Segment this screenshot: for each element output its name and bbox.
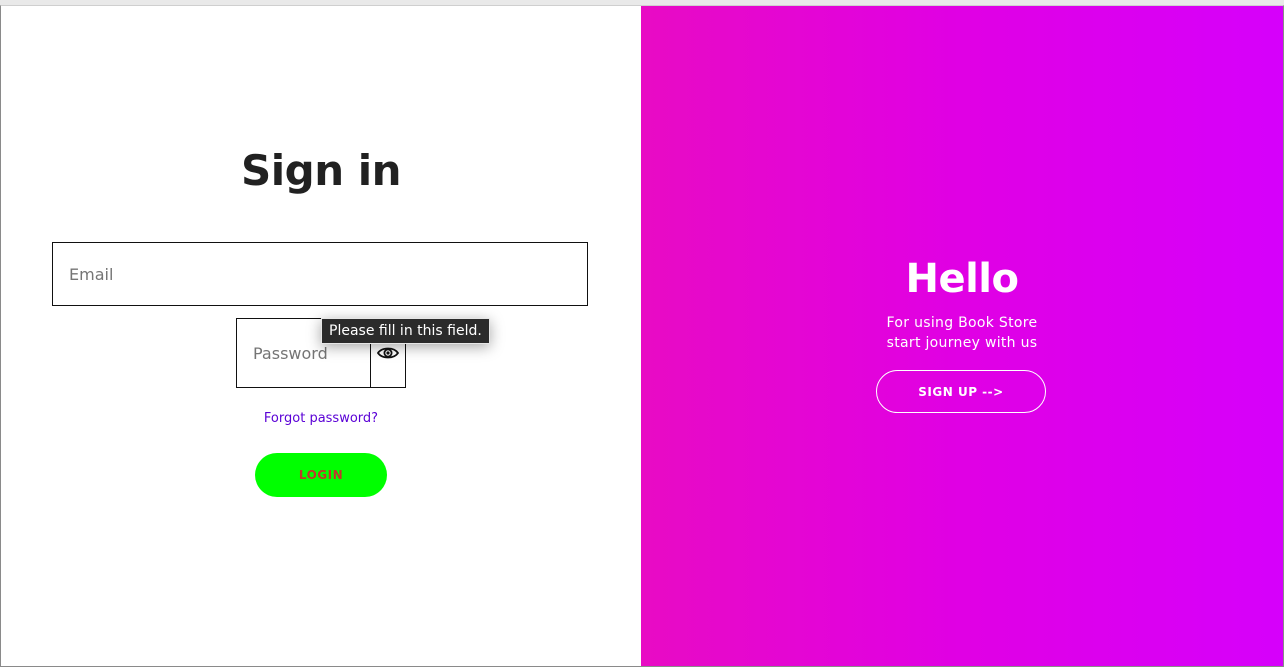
welcome-title: Hello: [905, 256, 1019, 302]
welcome-panel: Hello For using Book Store start journey…: [641, 6, 1283, 666]
forgot-password-link[interactable]: Forgot password?: [1, 411, 641, 426]
validation-tooltip: Please fill in this field.: [321, 318, 490, 344]
sign-in-title: Sign in: [240, 146, 402, 195]
login-button[interactable]: LOGIN: [255, 453, 387, 497]
tagline-line-1: For using Book Store: [886, 315, 1038, 331]
sign-up-button[interactable]: SIGN UP -->: [876, 370, 1046, 413]
email-field-container: [52, 242, 588, 306]
email-field[interactable]: [53, 243, 587, 305]
page-frame: Sign in Please fill in this field. Forgo…: [0, 5, 1284, 667]
eye-icon: [377, 347, 400, 359]
tagline-line-2: start journey with us: [886, 335, 1038, 351]
welcome-tagline: For using Book Store start journey with …: [641, 313, 1283, 353]
sign-in-panel: Sign in Please fill in this field. Forgo…: [1, 6, 641, 666]
